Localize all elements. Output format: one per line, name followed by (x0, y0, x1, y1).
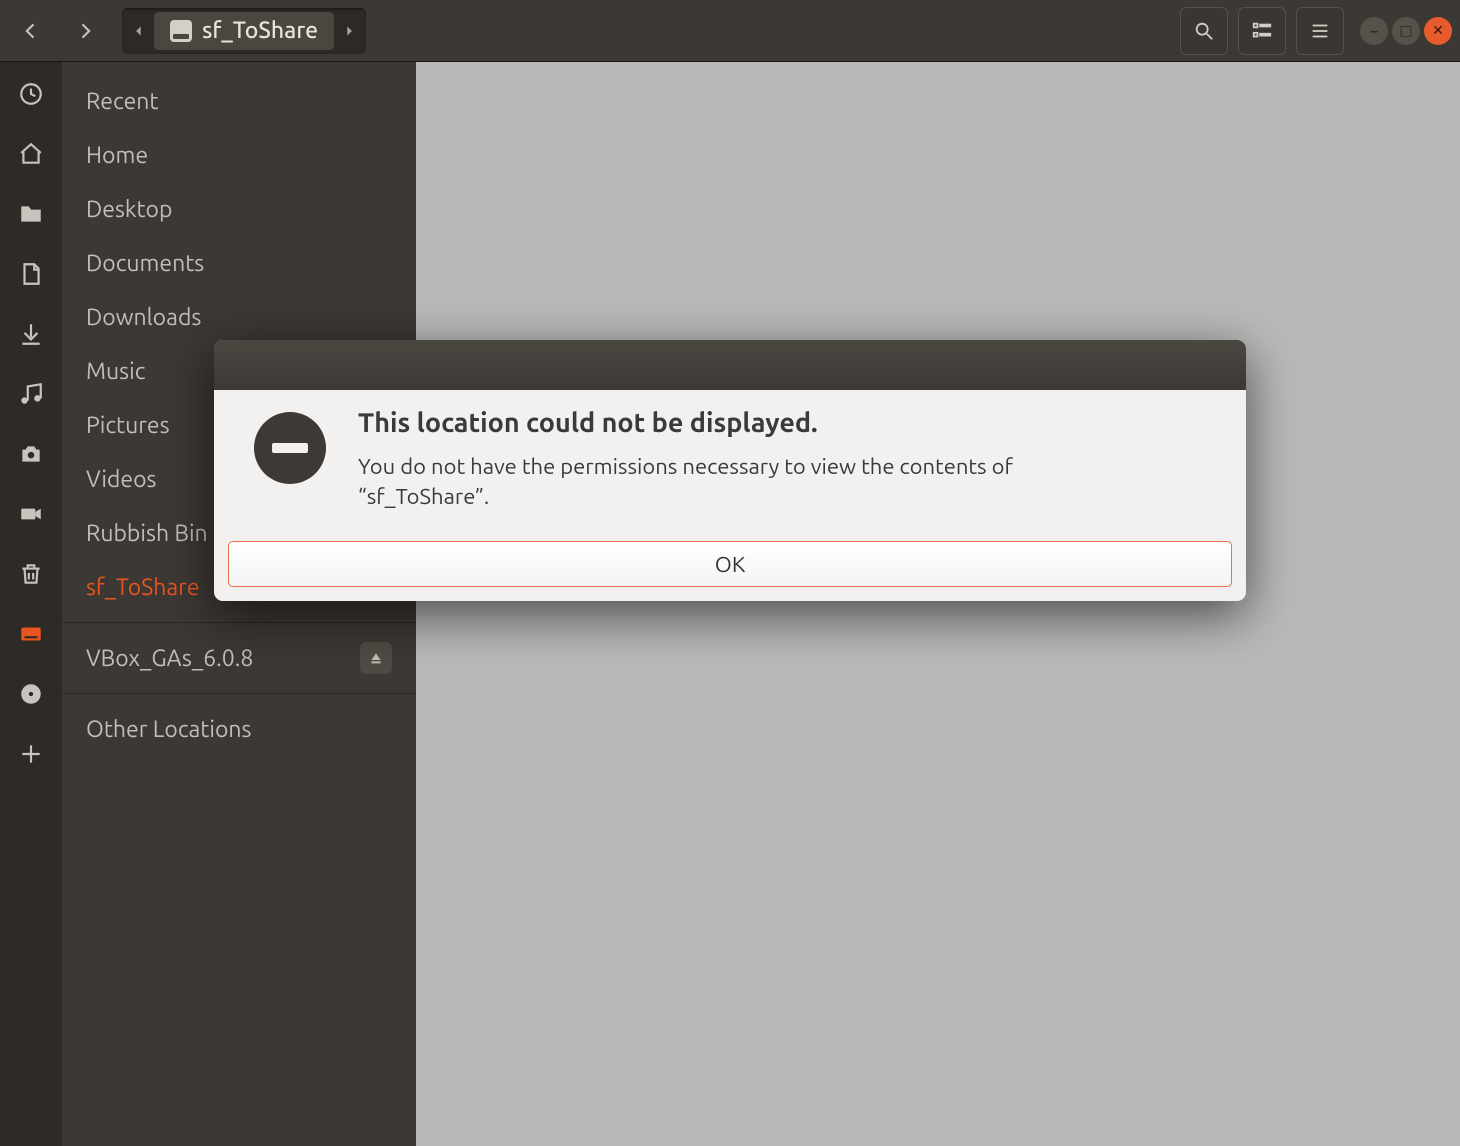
home-icon[interactable] (17, 140, 45, 168)
error-icon (254, 412, 326, 484)
nav-back-button[interactable] (8, 8, 54, 54)
sidebar: Recent Home Desktop Documents Downloads … (62, 62, 416, 1146)
sidebar-item-recent[interactable]: Recent (62, 74, 416, 128)
download-icon[interactable] (17, 320, 45, 348)
music-icon[interactable] (17, 380, 45, 408)
sidebar-item-label: Recent (86, 89, 158, 114)
sidebar-item-label: Music (86, 359, 145, 384)
sidebar-item-documents[interactable]: Documents (62, 236, 416, 290)
sidebar-item-label: Videos (86, 467, 157, 492)
dialog-titlebar[interactable] (214, 340, 1246, 390)
sidebar-item-label: Pictures (86, 413, 170, 438)
window-controls: – □ ✕ (1360, 17, 1452, 45)
trash-icon[interactable] (17, 560, 45, 588)
sidebar-item-label: sf_ToShare (86, 575, 200, 600)
minimize-button[interactable]: – (1360, 17, 1388, 45)
sidebar-item-label: Documents (86, 251, 204, 276)
maximize-button[interactable]: □ (1392, 17, 1420, 45)
sidebar-item-label: Other Locations (86, 717, 252, 742)
sidebar-item-downloads[interactable]: Downloads (62, 290, 416, 344)
eject-button[interactable] (360, 642, 392, 674)
drive-icon (170, 20, 192, 42)
drive-icon[interactable] (17, 620, 45, 648)
dialog-message: You do not have the permissions necessar… (358, 452, 1078, 511)
content-pane (416, 62, 1460, 1146)
path-crumb-sf-toshare[interactable]: sf_ToShare (154, 12, 334, 50)
sidebar-item-label: Home (86, 143, 148, 168)
toolbar: sf_ToShare – □ ✕ (0, 0, 1460, 62)
close-button[interactable]: ✕ (1424, 17, 1452, 45)
sidebar-item-desktop[interactable]: Desktop (62, 182, 416, 236)
sidebar-item-label: Downloads (86, 305, 201, 330)
path-crumb-label: sf_ToShare (202, 18, 318, 43)
document-icon[interactable] (17, 260, 45, 288)
sidebar-item-home[interactable]: Home (62, 128, 416, 182)
sidebar-item-label: VBox_GAs_6.0.8 (86, 646, 253, 671)
nav-forward-button[interactable] (62, 8, 108, 54)
error-dialog: This location could not be displayed. Yo… (214, 340, 1246, 601)
sidebar-separator (62, 693, 416, 694)
disc-icon[interactable] (17, 680, 45, 708)
hamburger-menu-button[interactable] (1296, 7, 1344, 55)
path-prev-icon[interactable] (124, 24, 154, 38)
sidebar-item-label: Desktop (86, 197, 172, 222)
view-toggle-button[interactable] (1238, 7, 1286, 55)
icon-rail (0, 62, 62, 1146)
sidebar-separator (62, 622, 416, 623)
path-bar: sf_ToShare (122, 8, 366, 54)
path-next-icon[interactable] (334, 24, 364, 38)
camera-icon[interactable] (17, 440, 45, 468)
clock-icon[interactable] (17, 80, 45, 108)
ok-button[interactable]: OK (228, 541, 1232, 587)
sidebar-item-label: Rubbish Bin (86, 521, 208, 546)
sidebar-item-other-locations[interactable]: Other Locations (62, 702, 416, 756)
video-icon[interactable] (17, 500, 45, 528)
search-button[interactable] (1180, 7, 1228, 55)
sidebar-item-vbox-gas[interactable]: VBox_GAs_6.0.8 (62, 631, 416, 685)
plus-icon[interactable] (17, 740, 45, 768)
dialog-heading: This location could not be displayed. (358, 408, 1078, 438)
folder-icon[interactable] (17, 200, 45, 228)
